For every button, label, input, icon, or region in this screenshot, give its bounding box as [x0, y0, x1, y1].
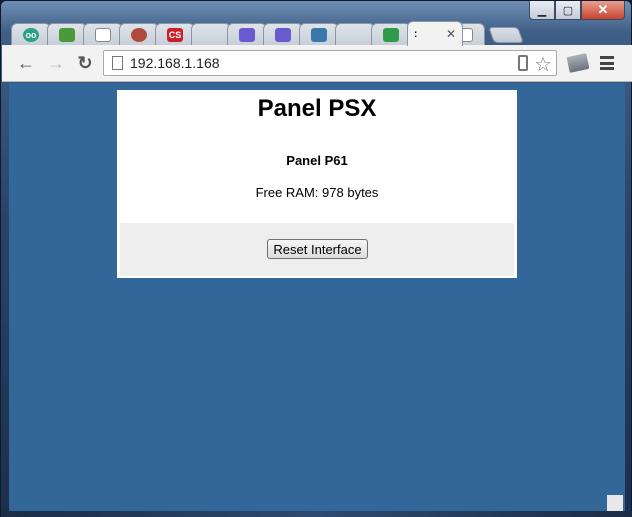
close-tab-icon[interactable]: ✕ — [446, 27, 456, 41]
maximize-button[interactable]: ▢ — [555, 1, 581, 20]
minimize-button[interactable]: ▁ — [529, 1, 555, 20]
browser-window: ▁ ▢ ✕ oo CS : ✕ ← → ↻ 192.168.1.168 ☆ Pa… — [0, 0, 632, 517]
form-area: Reset Interface — [120, 223, 514, 276]
window-bottom-edge — [1, 511, 632, 517]
bookmark-star-icon[interactable]: ☆ — [534, 52, 552, 77]
sdf-icon — [59, 28, 75, 42]
window-controls: ▁ ▢ ✕ — [529, 1, 625, 21]
cs-icon: CS — [167, 28, 183, 42]
menu-icon[interactable] — [600, 56, 614, 70]
panel-subtitle: Panel P61 — [286, 153, 348, 168]
wave-icon — [239, 28, 255, 42]
tab-blank-1[interactable] — [191, 23, 231, 46]
free-ram-text: Free RAM: 978 bytes — [255, 185, 379, 200]
resize-grip[interactable] — [607, 495, 623, 511]
tab-drive[interactable] — [371, 23, 411, 46]
tripadvisor-icon: oo — [23, 28, 39, 42]
js-icon — [131, 28, 147, 42]
page-viewport: Panel PSX Panel P61 Free RAM: 978 bytes … — [9, 83, 625, 511]
tab-sdf[interactable] — [47, 23, 87, 46]
shield-icon — [311, 28, 327, 42]
page-title: Panel PSX — [257, 95, 377, 122]
reload-icon[interactable]: ↻ — [75, 53, 95, 73]
active-tab-label: : — [414, 28, 418, 40]
extension-icon[interactable] — [566, 53, 590, 73]
url-text[interactable]: 192.168.1.168 — [130, 55, 220, 71]
tab-jl[interactable] — [119, 23, 159, 46]
new-tab-button[interactable] — [488, 27, 524, 43]
reset-interface-button[interactable]: Reset Interface — [267, 239, 368, 259]
panel-card: Panel PSX Panel P61 Free RAM: 978 bytes … — [117, 90, 517, 278]
tab-page-1[interactable] — [83, 23, 123, 46]
mobile-icon[interactable] — [518, 55, 528, 71]
tab-wave-1[interactable] — [227, 23, 267, 46]
back-icon[interactable]: ← — [16, 53, 36, 73]
page-icon — [112, 56, 123, 70]
close-window-button[interactable]: ✕ — [581, 1, 625, 20]
tab-strip: oo CS : ✕ — [11, 21, 531, 46]
tab-blank-2[interactable] — [335, 23, 375, 46]
forward-icon[interactable]: → — [46, 53, 66, 73]
page-icon — [95, 28, 111, 42]
tab-tripadvisor[interactable]: oo — [11, 23, 51, 46]
address-bar[interactable]: 192.168.1.168 ☆ — [103, 50, 557, 76]
tab-wave-2[interactable] — [263, 23, 303, 46]
tab-active[interactable]: : ✕ — [407, 21, 463, 46]
tab-shield[interactable] — [299, 23, 339, 46]
wave-icon — [275, 28, 291, 42]
browser-toolbar: ← → ↻ 192.168.1.168 ☆ — [2, 45, 632, 82]
drive-icon — [383, 28, 399, 42]
tab-cs[interactable]: CS — [155, 23, 195, 46]
